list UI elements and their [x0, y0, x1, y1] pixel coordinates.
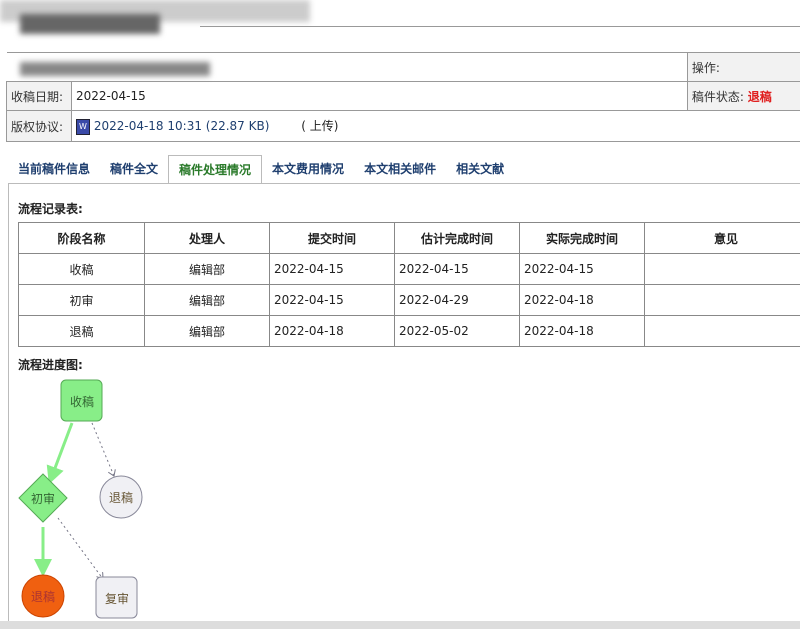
cell	[644, 253, 800, 285]
node-label: 收稿	[69, 394, 94, 409]
table-row: 收稿 编辑部 2022-04-15 2022-04-15 2022-04-15	[18, 253, 800, 285]
cell	[644, 315, 800, 347]
table-row: 退稿 编辑部 2022-04-18 2022-05-02 2022-04-18	[18, 315, 800, 347]
flow-table: 阶段名称 处理人 提交时间 估计完成时间 实际完成时间 意见 收稿 编辑部 2022…	[18, 222, 800, 347]
horizontal-scrollbar[interactable]	[0, 621, 800, 629]
tab-fees[interactable]: 本文费用情况	[262, 155, 354, 183]
tab-emails[interactable]: 本文相关邮件	[354, 155, 446, 183]
status-badge: 退稿	[747, 89, 772, 104]
col-header: 意见	[644, 222, 800, 254]
node-label: 复审	[104, 591, 129, 606]
cell	[644, 284, 800, 316]
cell: 收稿	[18, 253, 145, 285]
cell: 2022-04-15	[269, 284, 395, 316]
tab-processing[interactable]: 稿件处理情况	[168, 155, 263, 183]
received-date: 2022-04-15	[71, 81, 688, 111]
cell: 退稿	[18, 315, 145, 347]
col-header: 阶段名称	[18, 222, 145, 254]
cell: 2022-04-18	[519, 315, 645, 347]
arrow-done	[46, 422, 74, 485]
col-header: 处理人	[144, 222, 270, 254]
node-label: 退稿	[108, 490, 133, 505]
tab-full-text[interactable]: 稿件全文	[100, 155, 168, 183]
tab-references[interactable]: 相关文献	[446, 155, 514, 183]
table-row: 初审 编辑部 2022-04-15 2022-04-29 2022-04-18	[18, 284, 800, 316]
arrow-dashed	[91, 422, 114, 476]
flow-table-title: 流程记录表:	[18, 202, 83, 216]
arrow-dashed	[57, 517, 103, 579]
word-file-icon[interactable]: W	[76, 118, 90, 135]
received-label: 收稿日期:	[11, 89, 64, 104]
cell: 2022-04-15	[394, 253, 520, 285]
status-label: 稿件状态:	[691, 89, 744, 104]
operation-label: 操作:	[686, 52, 800, 82]
copyright-label: 版权协议:	[11, 119, 64, 134]
node-label: 退稿	[30, 589, 55, 604]
cell: 2022-04-15	[269, 253, 395, 285]
cell: 编辑部	[144, 284, 270, 316]
node-label: 初审	[30, 491, 55, 506]
tab-current-info[interactable]: 当前稿件信息	[8, 155, 100, 183]
col-header: 实际完成时间	[519, 222, 645, 254]
cell: 2022-04-29	[394, 284, 520, 316]
cell: 编辑部	[144, 315, 270, 347]
cell: 2022-04-15	[519, 253, 645, 285]
cell: 2022-05-02	[394, 315, 520, 347]
file-link[interactable]: 2022-04-18 10:31 (22.87 KB)	[94, 119, 270, 133]
manuscript-info-table: 操作: 收稿日期: 2022-04-15 稿件状态: 退稿 版权协议: W 2022-…	[6, 52, 800, 142]
col-header: 提交时间	[269, 222, 395, 254]
tab-bar: 当前稿件信息 稿件全文 稿件处理情况 本文费用情况 本文相关邮件 相关文献	[8, 155, 514, 183]
upload-link[interactable]: ( 上传)	[301, 119, 338, 133]
cell: 初审	[18, 284, 145, 316]
cell: 2022-04-18	[519, 284, 645, 316]
cell: 编辑部	[144, 253, 270, 285]
col-header: 估计完成时间	[394, 222, 520, 254]
cell: 2022-04-18	[269, 315, 395, 347]
